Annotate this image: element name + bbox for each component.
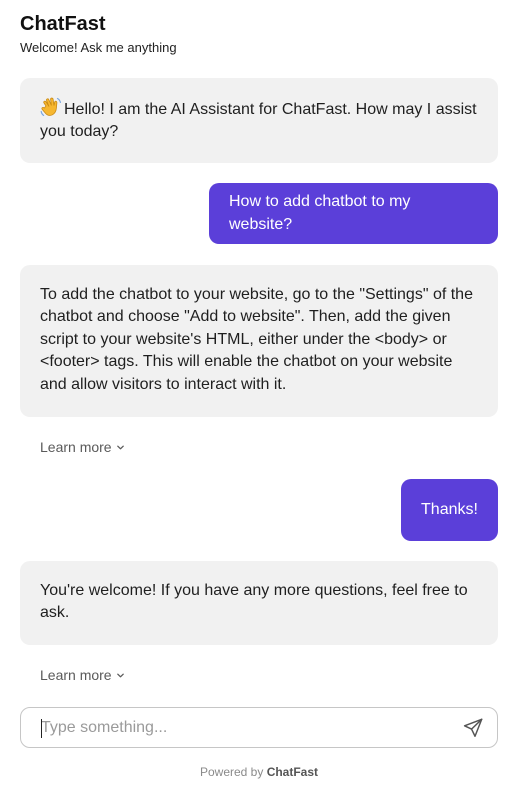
chevron-down-icon — [116, 673, 124, 677]
learn-more-toggle[interactable]: Learn more — [40, 667, 125, 683]
message-text: Thanks! — [421, 500, 478, 518]
bot-message: Hello! I am the AI Assistant for ChatFas… — [20, 78, 498, 163]
chat-widget: ChatFast Welcome! Ask me anything Hello!… — [0, 0, 518, 790]
send-icon — [463, 718, 483, 737]
powered-by: Powered by ChatFast — [0, 765, 518, 779]
bot-message: You're welcome! If you have any more que… — [20, 561, 498, 645]
send-button[interactable] — [459, 714, 487, 742]
message-text: You're welcome! If you have any more que… — [40, 582, 468, 622]
learn-more-label: Learn more — [40, 439, 112, 455]
message-text: To add the chatbot to your website, go t… — [40, 286, 473, 393]
chat-header: ChatFast Welcome! Ask me anything — [20, 12, 177, 57]
message-input[interactable] — [41, 718, 459, 737]
app-title: ChatFast — [20, 13, 106, 35]
waving-hand-icon — [40, 97, 61, 116]
user-message: How to add chatbot to my website? — [209, 183, 498, 244]
powered-by-brand[interactable]: ChatFast — [267, 765, 318, 779]
learn-more-toggle[interactable]: Learn more — [40, 439, 125, 455]
bot-message: To add the chatbot to your website, go t… — [20, 265, 498, 417]
app-subtitle: Welcome! Ask me anything — [20, 40, 177, 55]
text-cursor — [41, 719, 42, 738]
powered-by-prefix: Powered by — [199, 765, 264, 779]
message-text: How to add chatbot to my website? — [229, 193, 411, 233]
message-composer — [20, 707, 498, 748]
learn-more-label: Learn more — [40, 667, 112, 683]
user-message: Thanks! — [401, 479, 498, 541]
chevron-down-icon — [116, 445, 124, 449]
message-text: Hello! I am the AI Assistant for ChatFas… — [40, 101, 477, 141]
